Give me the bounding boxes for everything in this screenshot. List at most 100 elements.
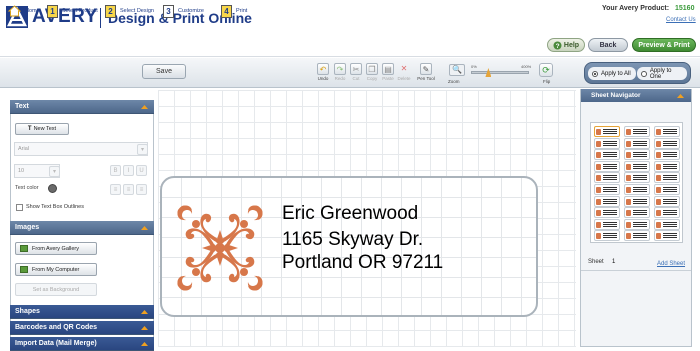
sheet-thumbnail-label[interactable] <box>624 230 650 242</box>
chevron-down-icon: ▾ <box>137 144 148 155</box>
tool-pen[interactable]: ✎ Pen Tool <box>417 63 435 81</box>
images-section-header[interactable]: Images <box>10 221 154 235</box>
chevron-down-icon: ▾ <box>49 166 60 177</box>
sheet-thumbnail-label[interactable] <box>624 137 650 149</box>
from-my-computer-button[interactable]: From My Computer <box>15 263 97 276</box>
expand-arrow-icon <box>141 342 148 346</box>
tool-paste-label: Paste <box>382 76 394 81</box>
italic-icon[interactable]: I <box>123 165 134 176</box>
preview-print-button[interactable]: Preview & Print <box>632 38 696 52</box>
apply-to-one-label: Apply to One <box>649 67 672 80</box>
import-data-section-header[interactable]: Import Data (Mail Merge) <box>10 337 154 351</box>
apply-to-one-radio[interactable]: Apply to One <box>637 67 687 80</box>
address-line-street[interactable]: 1165 Skyway Dr. <box>282 229 423 251</box>
step-number-4: 4 <box>221 4 232 18</box>
sheet-thumbnail-label[interactable] <box>594 137 620 149</box>
new-text-button[interactable]: T New Text <box>15 123 69 135</box>
set-as-background-button[interactable]: Set as Background <box>15 283 97 296</box>
align-left-icon[interactable]: ≡ <box>110 184 121 195</box>
from-avery-gallery-label: From Avery Gallery <box>32 245 79 252</box>
sheet-thumbnail-label[interactable] <box>654 230 680 242</box>
tool-pen-label: Pen Tool <box>417 76 435 81</box>
bold-icon[interactable]: B <box>110 165 121 176</box>
step-select-design[interactable]: 2 Select Design <box>105 4 154 18</box>
sheet-thumbnail-label[interactable] <box>624 160 650 172</box>
sheet-thumbnail-label[interactable] <box>624 207 650 219</box>
sheet-thumbnail-label[interactable] <box>594 195 620 207</box>
flip-icon[interactable]: ⟳ <box>539 63 553 77</box>
copy-icon: ❐ <box>366 63 378 75</box>
tool-undo[interactable]: ↶ Undo <box>314 63 332 81</box>
sheet-thumbnail-label[interactable] <box>594 126 620 137</box>
barcodes-section-header[interactable]: Barcodes and QR Codes <box>10 321 154 335</box>
from-my-computer-label: From My Computer <box>32 266 80 273</box>
sheet-thumbnail-label[interactable] <box>654 149 680 161</box>
sheet-thumbnail-label[interactable] <box>624 218 650 230</box>
step-label-home: Home <box>25 8 40 14</box>
contact-us-link[interactable]: Contact Us <box>666 17 696 23</box>
sheet-thumbnail-label[interactable] <box>594 172 620 184</box>
apply-to-all-radio[interactable]: Apply to All <box>588 67 636 80</box>
sheet-thumbnail-label[interactable] <box>654 172 680 184</box>
images-section-title: Images <box>15 224 40 231</box>
step-home[interactable]: Home <box>8 4 40 18</box>
save-button[interactable]: Save <box>142 64 186 79</box>
step-label-customize: Customize <box>178 8 204 14</box>
zoom-label: Zoom <box>448 79 460 84</box>
tool-delete[interactable]: ✕ Delete <box>395 63 413 81</box>
shapes-section-header[interactable]: Shapes <box>10 305 154 319</box>
font-select[interactable]: Arial <box>14 142 148 156</box>
sheet-thumbnail-label[interactable] <box>654 207 680 219</box>
sheet-thumbnail-label[interactable] <box>654 218 680 230</box>
address-line-name[interactable]: Eric Greenwood <box>282 203 418 225</box>
step-label-select-product: Select Product <box>62 8 98 14</box>
sheet-thumbnail-label[interactable] <box>594 218 620 230</box>
radio-selected-icon <box>592 70 598 77</box>
paste-icon: ▤ <box>382 63 394 75</box>
image-icon <box>20 266 28 273</box>
step-label-print: Print <box>236 8 248 14</box>
sheet-thumbnail-label[interactable] <box>594 160 620 172</box>
sheet-thumbnail-label[interactable] <box>624 149 650 161</box>
address-line-city[interactable]: Portland OR 97211 <box>282 252 443 274</box>
step-select-product[interactable]: 1 Select Product <box>47 4 98 18</box>
zoom-max-label: 400% <box>521 64 532 69</box>
text-color-swatch[interactable] <box>48 184 57 193</box>
sheet-navigator-header[interactable]: Sheet Navigator <box>581 89 691 102</box>
sheet-thumbnail[interactable] <box>590 122 683 243</box>
sheet-thumbnail-label[interactable] <box>594 149 620 161</box>
sheet-thumbnail-label[interactable] <box>654 137 680 149</box>
svg-text:?: ? <box>556 43 560 50</box>
sheet-thumbnail-label[interactable] <box>624 126 650 137</box>
sheet-thumbnail-label[interactable] <box>594 230 620 242</box>
sheet-thumbnail-label[interactable] <box>654 160 680 172</box>
undo-icon: ↶ <box>317 63 329 75</box>
sheet-thumbnail-label[interactable] <box>654 184 680 195</box>
text-section-header[interactable]: Text <box>10 100 154 114</box>
sheet-thumbnail-label[interactable] <box>624 184 650 195</box>
underline-icon[interactable]: U <box>136 165 147 176</box>
help-button[interactable]: ? Help <box>547 38 585 52</box>
sheet-thumbnail-label[interactable] <box>624 195 650 207</box>
image-icon <box>20 245 28 252</box>
product-label: Your Avery Product: <box>602 5 670 12</box>
sheet-thumbnail-label[interactable] <box>654 126 680 137</box>
logo-divider <box>100 8 101 28</box>
zoom-slider[interactable] <box>471 71 529 74</box>
text-box-outlines-checkbox[interactable] <box>16 204 23 211</box>
sheet-thumbnail-label[interactable] <box>594 184 620 195</box>
add-sheet-link[interactable]: Add Sheet <box>657 261 685 267</box>
apply-to-all-label: Apply to All <box>601 70 631 77</box>
ornament-image[interactable] <box>172 200 268 296</box>
step-print[interactable]: 4 Print <box>221 4 247 18</box>
zoom-icon[interactable]: 🔍 <box>449 64 465 76</box>
align-center-icon[interactable]: ≡ <box>123 184 134 195</box>
step-customize[interactable]: 3 Customize <box>163 4 204 18</box>
tool-cut-label: Cut <box>352 76 360 81</box>
sheet-thumbnail-label[interactable] <box>594 207 620 219</box>
from-avery-gallery-button[interactable]: From Avery Gallery <box>15 242 97 255</box>
sheet-thumbnail-label[interactable] <box>654 195 680 207</box>
sheet-thumbnail-label[interactable] <box>624 172 650 184</box>
align-right-icon[interactable]: ≡ <box>136 184 147 195</box>
back-button[interactable]: Back <box>588 38 628 52</box>
